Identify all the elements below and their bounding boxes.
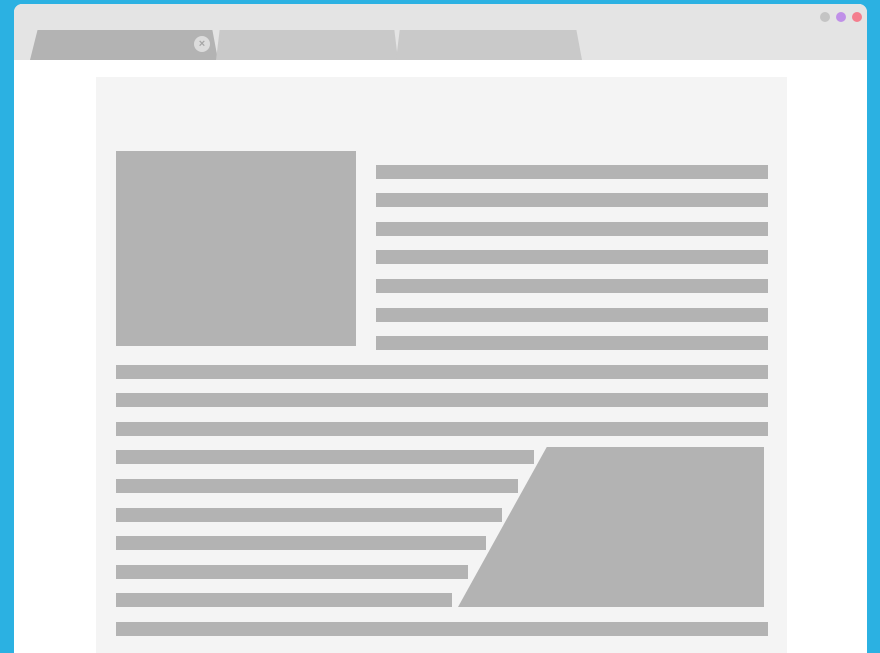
text-line-placeholder: [116, 365, 768, 379]
page-wireframe: [96, 77, 787, 653]
browser-titlebar: ×: [14, 4, 867, 60]
text-line-placeholder: [376, 165, 768, 179]
tab-2[interactable]: [216, 30, 398, 60]
window-controls: [820, 12, 862, 22]
close-dot[interactable]: [852, 12, 862, 22]
text-line-placeholder: [116, 565, 468, 579]
text-line-placeholder: [376, 250, 768, 264]
image-placeholder-slanted: [458, 447, 764, 607]
text-line-placeholder: [376, 193, 768, 207]
text-line-placeholder: [116, 450, 534, 464]
text-line-placeholder: [116, 593, 452, 607]
tab-active[interactable]: ×: [30, 30, 218, 60]
maximize-dot[interactable]: [836, 12, 846, 22]
text-line-placeholder: [376, 222, 768, 236]
text-line-placeholder: [116, 393, 768, 407]
text-line-placeholder: [376, 279, 768, 293]
text-line-placeholder: [116, 622, 768, 636]
text-line-placeholder: [116, 508, 502, 522]
browser-window: ×: [14, 4, 867, 653]
tab-3[interactable]: [396, 30, 582, 60]
image-placeholder-top: [116, 151, 356, 346]
text-line-placeholder: [116, 536, 486, 550]
minimize-dot[interactable]: [820, 12, 830, 22]
text-line-placeholder: [376, 308, 768, 322]
close-circle-icon[interactable]: ×: [194, 36, 210, 52]
browser-content: [14, 60, 867, 653]
text-line-placeholder: [376, 336, 768, 350]
text-line-placeholder: [116, 422, 768, 436]
text-line-placeholder: [116, 479, 518, 493]
